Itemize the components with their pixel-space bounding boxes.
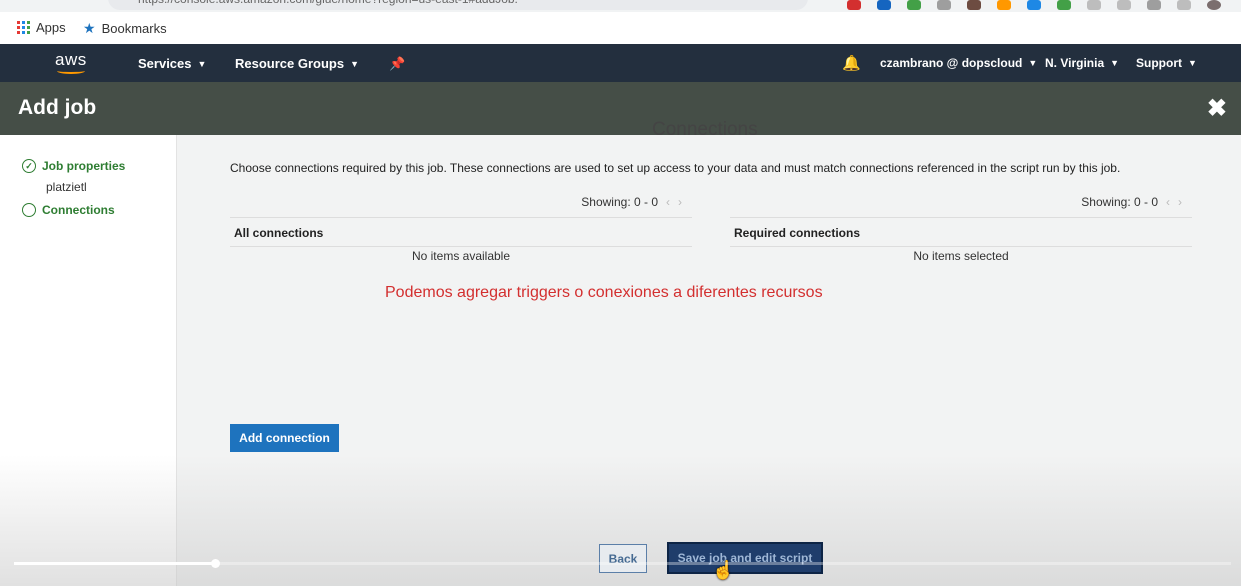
bell-icon: 🔔 bbox=[842, 55, 861, 72]
extension-icon[interactable] bbox=[1177, 0, 1191, 10]
notifications-button[interactable]: 🔔 bbox=[842, 54, 861, 72]
next-page-icon[interactable]: › bbox=[1178, 195, 1182, 209]
extension-icon[interactable] bbox=[877, 0, 891, 10]
step-connections[interactable]: Connections bbox=[22, 203, 115, 217]
address-bar[interactable]: https://console.aws.amazon.com/glue/home… bbox=[108, 0, 808, 10]
connections-panel: Connections Choose connections required … bbox=[177, 119, 1241, 586]
bookmark-bookmarks[interactable]: ★ Bookmarks bbox=[83, 20, 167, 37]
extension-icon[interactable] bbox=[997, 0, 1011, 10]
extension-icon[interactable] bbox=[1087, 0, 1101, 10]
bookmark-label: Bookmarks bbox=[101, 21, 167, 36]
video-progress-bar[interactable] bbox=[14, 559, 1231, 568]
region-label: N. Virginia bbox=[1045, 56, 1105, 70]
empty-message: No items available bbox=[411, 249, 511, 263]
browser-toolbar: https://console.aws.amazon.com/glue/home… bbox=[0, 0, 1241, 12]
pagination: Showing: 0 - 0 ‹ › bbox=[581, 195, 682, 209]
prev-page-icon[interactable]: ‹ bbox=[1166, 195, 1170, 209]
step-label: Connections bbox=[42, 203, 115, 217]
extension-icon[interactable] bbox=[907, 0, 921, 10]
support-label: Support bbox=[1136, 56, 1182, 70]
aws-smile-icon bbox=[57, 68, 85, 74]
extension-icon[interactable] bbox=[937, 0, 951, 10]
bookmark-apps[interactable]: Apps bbox=[17, 20, 66, 35]
bookmarks-bar: Apps ★ Bookmarks bbox=[0, 12, 1241, 44]
pagination: Showing: 0 - 0 ‹ › bbox=[1081, 195, 1182, 209]
extension-icon[interactable] bbox=[1027, 0, 1041, 10]
showing-count: Showing: 0 - 0 bbox=[581, 195, 658, 209]
step-job-properties[interactable]: ✓ Job properties bbox=[22, 159, 125, 173]
chevron-down-icon: ▼ bbox=[197, 58, 207, 69]
back-button[interactable]: Back bbox=[599, 544, 647, 573]
job-name: platzietl bbox=[46, 180, 87, 194]
wizard-steps: ✓ Job properties platzietl Connections bbox=[0, 135, 177, 586]
account-label: czambrano @ dopscloud bbox=[880, 56, 1023, 70]
next-page-icon[interactable]: › bbox=[678, 195, 682, 209]
pin-icon: 📌 bbox=[389, 56, 406, 71]
aws-logo-text: aws bbox=[55, 50, 87, 69]
pin-button[interactable]: 📌 bbox=[389, 56, 405, 72]
step-label: Job properties bbox=[42, 159, 126, 173]
aws-logo[interactable]: aws bbox=[55, 50, 91, 76]
extension-icon[interactable] bbox=[967, 0, 981, 10]
empty-message: No items selected bbox=[913, 249, 1009, 263]
save-job-button[interactable]: Save job and edit script bbox=[667, 542, 823, 574]
chevron-down-icon: ▼ bbox=[1188, 58, 1197, 68]
page-title: Add job bbox=[18, 96, 97, 119]
extension-icon[interactable] bbox=[1057, 0, 1071, 10]
prev-page-icon[interactable]: ‹ bbox=[666, 195, 670, 209]
browser-extensions bbox=[847, 0, 1221, 10]
chevron-down-icon: ▼ bbox=[350, 58, 360, 69]
resource-groups-menu[interactable]: Resource Groups ▼ bbox=[235, 56, 359, 71]
video-progress-fill bbox=[14, 562, 215, 565]
table-header: All connections bbox=[230, 217, 692, 247]
close-icon[interactable]: ✖ bbox=[1207, 94, 1227, 123]
check-circle-icon: ✓ bbox=[22, 159, 36, 173]
video-scrubber-handle[interactable] bbox=[210, 559, 220, 568]
video-caption: Podemos agregar triggers o conexiones a … bbox=[385, 284, 823, 301]
resource-groups-label: Resource Groups bbox=[235, 56, 345, 71]
apps-grid-icon bbox=[17, 21, 30, 34]
section-heading: Connections bbox=[652, 119, 758, 140]
profile-avatar[interactable] bbox=[1207, 0, 1221, 10]
connections-description: Choose connections required by this job.… bbox=[230, 161, 1121, 175]
bookmark-label: Apps bbox=[36, 20, 66, 35]
account-menu[interactable]: czambrano @ dopscloud ▼ bbox=[880, 56, 1037, 70]
services-label: Services bbox=[138, 56, 192, 71]
region-menu[interactable]: N. Virginia ▼ bbox=[1045, 56, 1119, 70]
table-header: Required connections bbox=[730, 217, 1192, 247]
add-connection-button[interactable]: Add connection bbox=[230, 424, 339, 452]
services-menu[interactable]: Services ▼ bbox=[138, 56, 206, 71]
extension-icon[interactable] bbox=[847, 0, 861, 10]
circle-icon bbox=[22, 203, 36, 217]
chevron-down-icon: ▼ bbox=[1110, 58, 1120, 68]
extension-icon[interactable] bbox=[1117, 0, 1131, 10]
add-job-header: Add job ✖ bbox=[0, 82, 1241, 135]
aws-console-nav: aws Services ▼ Resource Groups ▼ 📌 🔔 cza… bbox=[0, 44, 1241, 82]
support-menu[interactable]: Support ▼ bbox=[1136, 56, 1197, 70]
chevron-down-icon: ▼ bbox=[1028, 58, 1038, 68]
extension-icon[interactable] bbox=[1147, 0, 1161, 10]
showing-count: Showing: 0 - 0 bbox=[1081, 195, 1158, 209]
star-icon: ★ bbox=[83, 20, 96, 36]
